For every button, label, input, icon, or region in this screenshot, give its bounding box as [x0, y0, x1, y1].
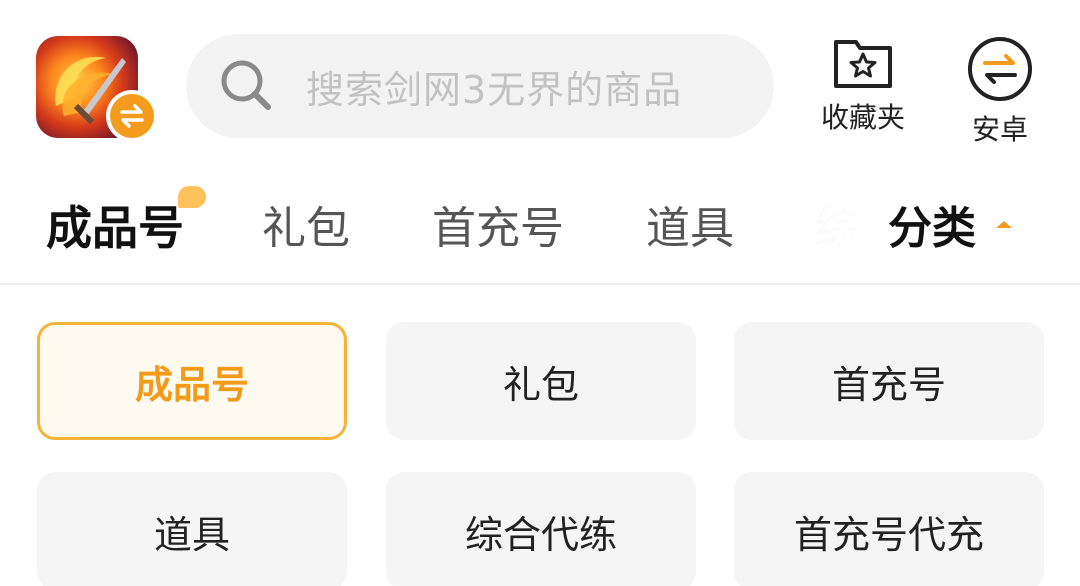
category-label: 分类 [888, 203, 976, 254]
star-folder-icon [834, 40, 892, 88]
android-label: 安卓 [971, 113, 1028, 146]
category-item-leveling-service[interactable]: 综合代练 [386, 472, 696, 586]
tab-items[interactable]: 道具 [646, 192, 734, 256]
tab-finished-account[interactable]: 成品号 [46, 192, 184, 258]
hot-badge [178, 186, 206, 208]
divider [0, 283, 1080, 285]
tab-bar: 成品号 礼包 首充号 道具 综 分类 [0, 170, 1080, 282]
search-icon [221, 60, 271, 110]
category-item-finished-account[interactable]: 成品号 [37, 322, 347, 440]
swap-icon[interactable] [106, 90, 158, 142]
search-placeholder: 搜索剑网3无界的商品 [306, 67, 683, 112]
favorites-button[interactable]: 收藏夹 [818, 36, 908, 136]
caret-up-icon [996, 220, 1012, 228]
search-input[interactable]: 搜索剑网3无界的商品 [186, 34, 774, 138]
tab-first-charge[interactable]: 首充号 [432, 192, 564, 256]
category-item-first-charge-topup[interactable]: 首充号代充 [734, 472, 1044, 586]
android-swap-icon [968, 37, 1032, 101]
tab-gift-pack[interactable]: 礼包 [262, 192, 350, 256]
category-item-first-charge[interactable]: 首充号 [734, 322, 1044, 440]
android-button[interactable]: 安卓 [962, 36, 1038, 148]
category-button[interactable]: 分类 [888, 192, 1012, 256]
favorites-label: 收藏夹 [820, 101, 905, 134]
category-item-items[interactable]: 道具 [37, 472, 347, 586]
header: 搜索剑网3无界的商品 收藏夹 安卓 [0, 0, 1080, 170]
tab-fade [800, 170, 870, 282]
category-item-gift-pack[interactable]: 礼包 [386, 322, 696, 440]
